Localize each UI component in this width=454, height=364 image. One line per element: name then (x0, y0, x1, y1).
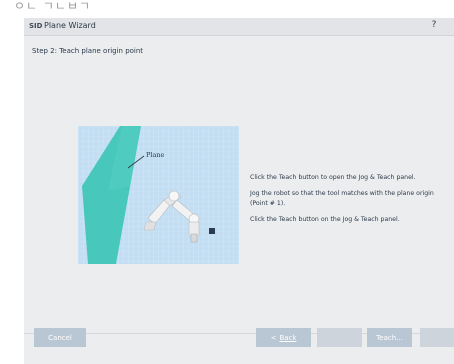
instruction-step-2: Jog the robot so that the tool matches w… (250, 190, 434, 207)
instruction-step-3: Click the Teach button on the Jog & Teac… (250, 216, 400, 224)
title-bar: SID Plane Wizard ? (24, 18, 454, 36)
plane-label: Plane (146, 151, 165, 159)
plane-teaching-illustration: Plane (78, 126, 239, 264)
instructions-text: Click the Teach button to open the Jog &… (250, 173, 446, 232)
step-title: Step 2: Teach plane origin point (32, 47, 144, 55)
instruction-step-1: Click the Teach button to open the Jog &… (250, 174, 416, 181)
finish-button[interactable] (420, 328, 454, 347)
app-logo-icon: SID (29, 22, 43, 30)
help-button[interactable]: ? (427, 20, 441, 33)
teach-button[interactable]: Teach... (367, 328, 412, 347)
cancel-button[interactable]: Cancel (34, 328, 86, 347)
next-button[interactable] (317, 328, 362, 347)
plane-wizard-window: SID Plane Wizard ? Step 2: Teach plane o… (24, 18, 454, 364)
top-strip: ㅇㄴ ㄱㄴㅂㄱ (0, 0, 454, 18)
back-arrow-icon: < (270, 333, 277, 342)
top-strip-text: ㅇㄴ ㄱㄴㅂㄱ (14, 0, 92, 13)
window-title: Plane Wizard (44, 21, 96, 30)
back-button[interactable]: < Back (256, 328, 311, 347)
